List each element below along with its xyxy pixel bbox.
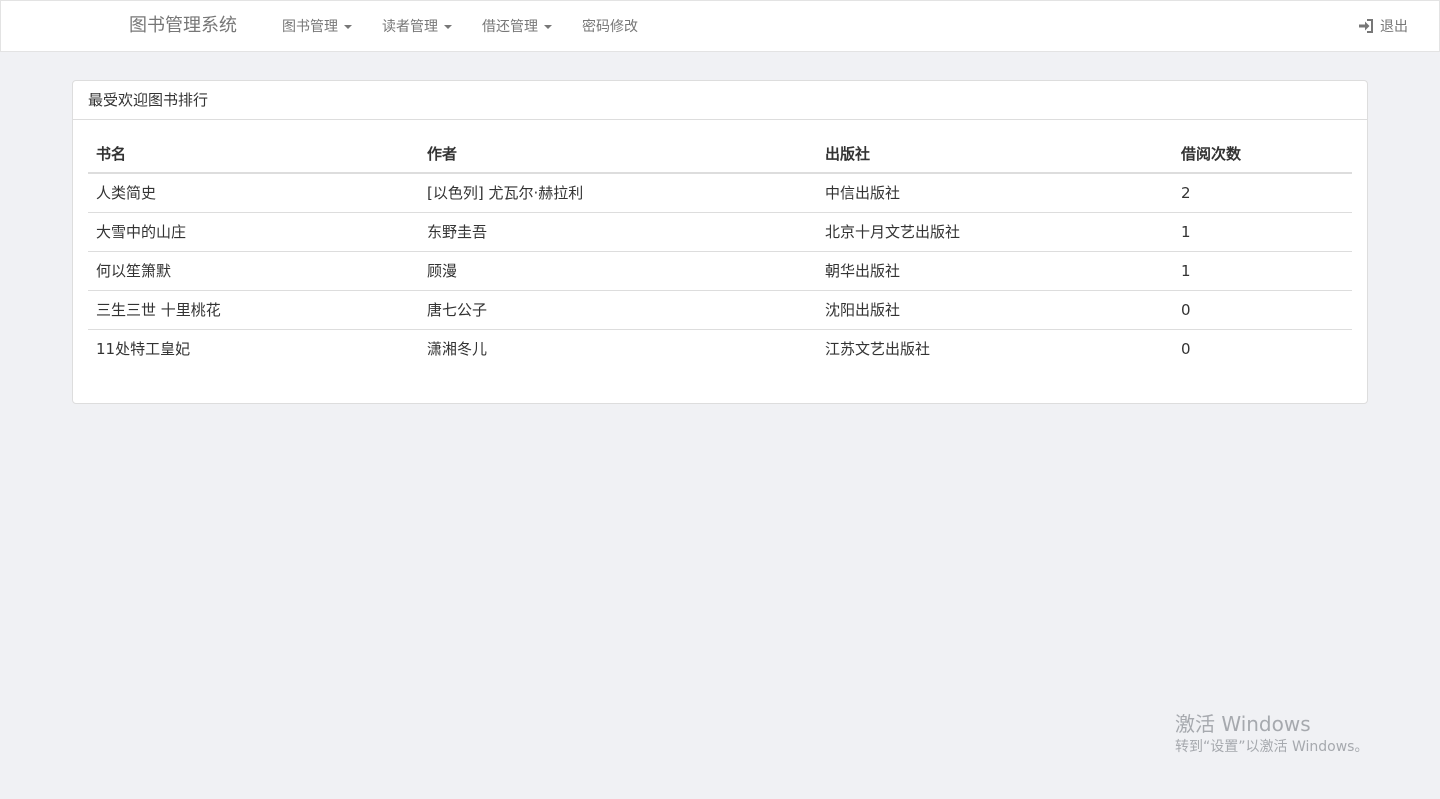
cell-borrow-count: 1 [1173, 211, 1352, 251]
windows-activation-watermark: 激活 Windows 转到“设置”以激活 Windows。 [1175, 712, 1368, 758]
cell-publisher: 北京十月文艺出版社 [817, 211, 1173, 251]
header-borrow-count: 借阅次数 [1173, 135, 1352, 174]
cell-borrow-count: 1 [1173, 250, 1352, 290]
watermark-subtitle: 转到“设置”以激活 Windows。 [1175, 739, 1369, 755]
cell-publisher: 沈阳出版社 [817, 289, 1173, 329]
header-publisher: 出版社 [817, 135, 1173, 174]
cell-title: 11处特工皇妃 [88, 328, 419, 368]
nav-book-management[interactable]: 图书管理 [282, 18, 352, 36]
cell-publisher: 江苏文艺出版社 [817, 328, 1173, 368]
cell-title: 三生三世 十里桃花 [88, 289, 419, 329]
watermark-title: 激活 Windows [1175, 712, 1311, 736]
cell-title: 人类简史 [96, 184, 157, 203]
panel-title: 最受欢迎图书排行 [73, 81, 1367, 120]
cell-author: 顾漫 [419, 250, 817, 290]
cell-title: 何以笙箫默 [88, 250, 419, 290]
nav-borrow-management[interactable]: 借还管理 [482, 18, 552, 36]
header-title: 书名 [88, 135, 419, 174]
nav-reader-management-label: 读者管理 [382, 19, 438, 35]
nav-password-change[interactable]: 密码修改 [582, 18, 638, 36]
sign-in-icon [1359, 19, 1373, 33]
nav-borrow-management-label: 借还管理 [482, 19, 538, 35]
table-header-row: 书名 作者 出版社 借阅次数 [88, 135, 1352, 174]
cell-publisher: 朝华出版社 [817, 250, 1173, 290]
cell-author: 唐七公子 [419, 289, 817, 329]
brand-title[interactable]: 图书管理系统 [129, 15, 237, 37]
cell-author: 潇湘冬儿 [419, 328, 817, 368]
table-row: 人类简史 [以色列] 尤瓦尔·赫拉利 中信出版社 2 [88, 173, 1352, 212]
cell-borrow-count: 2 [1181, 183, 1191, 202]
header-author: 作者 [419, 135, 817, 174]
cell-borrow-count: 0 [1173, 328, 1352, 368]
caret-down-icon [444, 25, 452, 29]
popular-books-panel: 最受欢迎图书排行 书名 作者 出版社 借阅次数 人类简史 [以色列] 尤瓦尔·赫… [72, 80, 1368, 404]
top-navbar: 图书管理系统 图书管理 读者管理 借还管理 密码修改 退出 [0, 0, 1440, 52]
cell-publisher: 中信出版社 [825, 184, 901, 203]
table-row: 11处特工皇妃 潇湘冬儿 江苏文艺出版社 0 [88, 328, 1352, 368]
caret-down-icon [344, 25, 352, 29]
table-row: 大雪中的山庄 东野圭吾 北京十月文艺出版社 1 [88, 211, 1352, 251]
logout-label: 退出 [1380, 19, 1408, 35]
panel-body: 书名 作者 出版社 借阅次数 人类简史 [以色列] 尤瓦尔·赫拉利 中信出版社 … [73, 120, 1367, 383]
cell-title: 大雪中的山庄 [88, 211, 419, 251]
table-row: 三生三世 十里桃花 唐七公子 沈阳出版社 0 [88, 289, 1352, 329]
nav-reader-management[interactable]: 读者管理 [382, 18, 452, 36]
nav-book-management-label: 图书管理 [282, 19, 338, 35]
popular-books-table: 书名 作者 出版社 借阅次数 人类简史 [以色列] 尤瓦尔·赫拉利 中信出版社 … [88, 135, 1352, 368]
logout-button[interactable]: 退出 [1358, 18, 1408, 36]
cell-borrow-count: 0 [1173, 289, 1352, 329]
cell-author: [以色列] 尤瓦尔·赫拉利 [427, 184, 584, 203]
cell-author: 东野圭吾 [419, 211, 817, 251]
caret-down-icon [544, 25, 552, 29]
nav-password-change-label: 密码修改 [582, 19, 638, 35]
table-row: 何以笙箫默 顾漫 朝华出版社 1 [88, 250, 1352, 290]
